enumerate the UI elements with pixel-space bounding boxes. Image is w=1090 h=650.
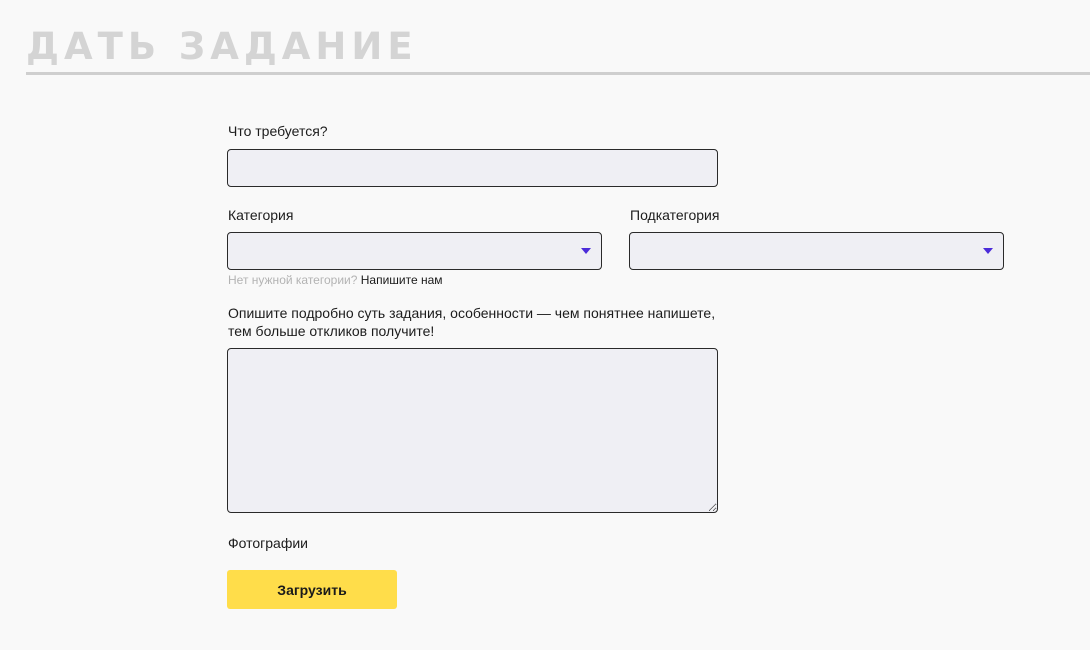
- subcategory-label: Подкатегория: [630, 207, 720, 223]
- title-divider: [26, 72, 1090, 75]
- what-required-input[interactable]: [227, 149, 718, 187]
- missing-category-text: Нет нужной категории?: [228, 273, 358, 287]
- subcategory-select[interactable]: [629, 232, 1004, 270]
- page: ДАТЬ ЗАДАНИЕ Что требуется? Категория По…: [0, 0, 1090, 650]
- description-label-line1: Опишите подробно суть задания, особеннос…: [228, 305, 716, 321]
- caret-down-icon: [581, 248, 591, 254]
- upload-button[interactable]: Загрузить: [227, 570, 397, 609]
- category-label: Категория: [228, 207, 294, 223]
- page-title: ДАТЬ ЗАДАНИЕ: [26, 25, 418, 68]
- description-label-line2: тем больше откликов получите!: [228, 323, 435, 339]
- description-label: Опишите подробно суть задания, особеннос…: [228, 304, 728, 340]
- what-required-label: Что требуется?: [228, 123, 328, 139]
- category-select[interactable]: [227, 232, 602, 270]
- caret-down-icon: [983, 248, 993, 254]
- missing-category-hint: Нет нужной категории? Напишите нам: [228, 273, 443, 287]
- write-to-us-link[interactable]: Напишите нам: [361, 273, 443, 287]
- photos-label: Фотографии: [228, 535, 309, 551]
- description-textarea[interactable]: [227, 348, 718, 513]
